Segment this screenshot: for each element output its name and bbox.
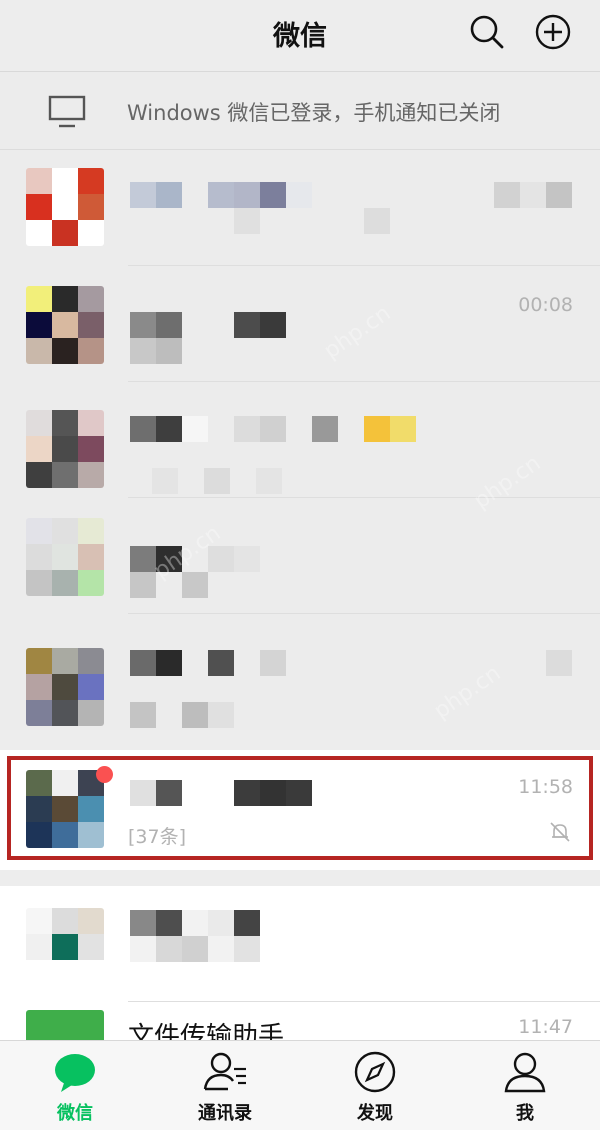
bottom-tab-bar: 微信 通讯录 发现 我 [0, 1040, 600, 1130]
chat-item[interactable] [0, 382, 600, 498]
avatar [26, 908, 104, 986]
search-icon[interactable] [467, 12, 507, 52]
person-icon [504, 1052, 546, 1093]
notice-text: Windows 微信已登录，手机通知已关闭 [127, 101, 501, 125]
tab-discover[interactable]: 发现 [300, 1041, 450, 1130]
add-icon[interactable] [533, 12, 573, 52]
blurred-time [546, 650, 572, 676]
highlight-frame [7, 756, 593, 860]
blurred-name [130, 416, 416, 442]
blurred-preview [130, 936, 260, 962]
blurred-time [494, 182, 572, 208]
avatar [26, 518, 104, 596]
chat-item[interactable] [0, 614, 600, 730]
chat-item[interactable]: 00:08 [0, 266, 600, 382]
chat-item[interactable] [0, 886, 600, 1002]
chat-time: 00:08 [518, 294, 573, 316]
tab-me[interactable]: 我 [450, 1041, 600, 1130]
chat-item[interactable] [0, 498, 600, 614]
blurred-preview [130, 702, 234, 728]
tab-contacts[interactable]: 通讯录 [150, 1041, 300, 1130]
blurred-name [130, 182, 312, 208]
page-title: 微信 [273, 21, 327, 52]
blurred-preview [152, 468, 282, 494]
tab-label: 微信 [57, 1103, 93, 1124]
blurred-preview [130, 572, 208, 598]
avatar [26, 286, 104, 364]
top-bar: 微信 [0, 0, 600, 72]
contacts-icon [203, 1052, 246, 1091]
compass-icon [354, 1051, 396, 1093]
tab-chats[interactable]: 微信 [0, 1041, 150, 1130]
monitor-icon [48, 95, 86, 128]
tab-label: 通讯录 [198, 1103, 252, 1124]
tab-label: 我 [516, 1103, 534, 1124]
avatar [26, 168, 104, 246]
avatar [26, 648, 104, 726]
chat-item[interactable] [0, 150, 600, 266]
chat-time: 11:47 [518, 1016, 573, 1038]
avatar [26, 410, 104, 488]
blurred-preview [130, 338, 182, 364]
blurred-name [130, 650, 286, 676]
blurred-name [130, 546, 260, 572]
tab-label: 发现 [357, 1103, 393, 1124]
blurred-name [130, 312, 286, 338]
chat-icon [55, 1054, 95, 1092]
chat-list: 00:08 11:58 [37条] 11:47 [0, 150, 600, 1040]
blurred-preview [234, 208, 390, 234]
blurred-name [130, 910, 260, 936]
desktop-login-notice[interactable]: Windows 微信已登录，手机通知已关闭 [0, 72, 600, 150]
